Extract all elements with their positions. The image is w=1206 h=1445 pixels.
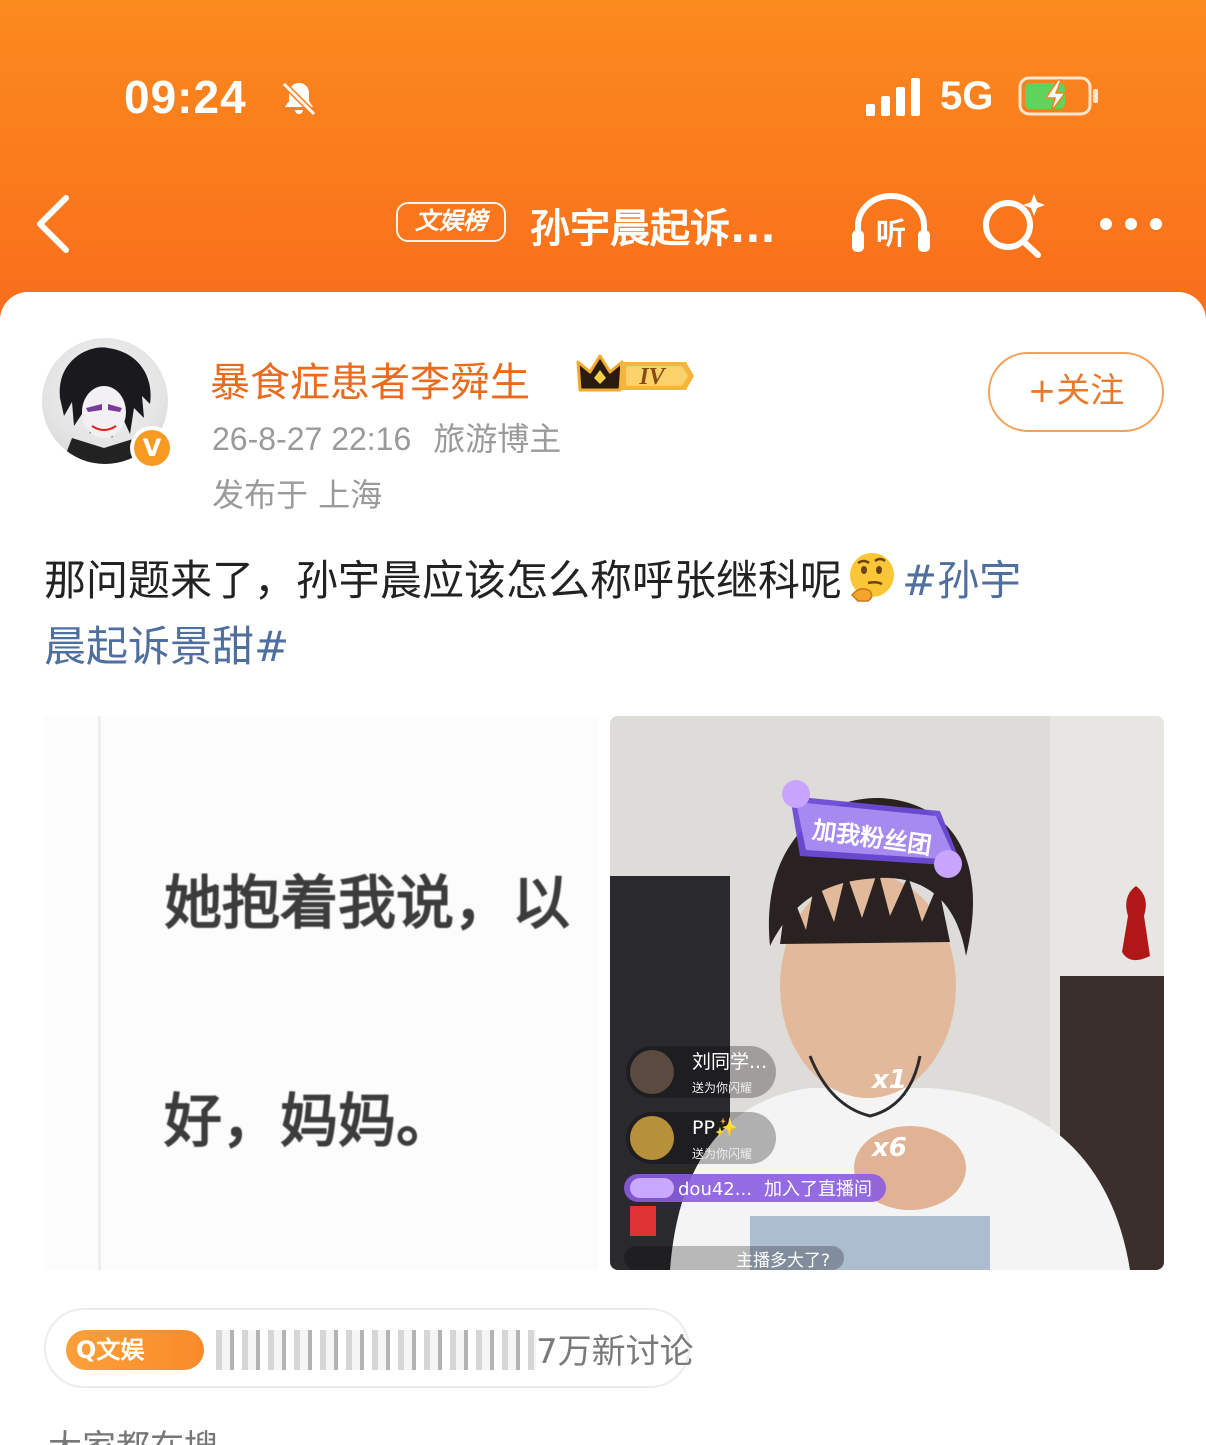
search-section-label: 大家都在搜 [48, 1420, 218, 1445]
nav-title: 孙宇晨起诉... [530, 206, 776, 252]
gift-count-1: x1 [870, 1065, 907, 1095]
post-image-text[interactable]: 她抱着我说，以 好，妈妈。 [44, 716, 598, 1270]
post-meta: 26-8-27 22:16 旅游博主 [212, 414, 561, 460]
topic-tag: Q文娱 [66, 1330, 204, 1370]
post-location: 发布于 上海 [212, 476, 383, 514]
topic-blurred-title [216, 1330, 536, 1370]
topic-discussion-count: 7万新讨论 [536, 1332, 694, 1372]
chat-user-2: PP✨ [692, 1117, 739, 1139]
post-timestamp: 26-8-27 22:16 [212, 421, 412, 457]
hot-list-tag[interactable]: 文娱榜 [396, 202, 506, 242]
username[interactable]: 暴食症患者李舜生 [210, 350, 530, 408]
chat-msg-3: 加入了直播间 [764, 1179, 872, 1200]
listen-label: 听 [876, 217, 906, 252]
more-dots-icon[interactable] [1096, 210, 1166, 238]
battery-charging-icon [1018, 76, 1098, 116]
post-text-main: 那问题来了，孙宇晨应该怎么称呼张继科呢 [44, 556, 843, 605]
post-role: 旅游博主 [433, 420, 562, 458]
image-divider [98, 716, 101, 1270]
chat-user-1: 刘同学... [692, 1051, 767, 1073]
post-image-livestream[interactable]: 加我粉丝团 刘同学... 送为你闪耀 x1 PP✨ 送为你闪耀 x6 dou42… [610, 716, 1164, 1270]
back-chevron-icon[interactable] [30, 192, 78, 256]
header-background [0, 0, 1206, 330]
image-text-line1: 她抱着我说，以 [164, 869, 571, 937]
chat-msg-4: 主播多大了? [736, 1251, 830, 1270]
topic-bar[interactable]: Q文娱 7万新讨论 [44, 1308, 694, 1388]
thinking-face-icon [850, 553, 895, 602]
chat-user-3: dou42... [678, 1179, 752, 1200]
verified-badge-icon: V [130, 426, 174, 470]
image-text-line2: 好，妈妈。 [164, 1087, 455, 1155]
livestream-photo: 加我粉丝团 刘同学... 送为你闪耀 x1 PP✨ 送为你闪耀 x6 dou42… [610, 716, 1164, 1270]
signal-icon [866, 78, 920, 116]
level-label: IV [638, 364, 666, 390]
crown-level-badge-icon[interactable]: IV [576, 350, 696, 396]
search-icon[interactable] [978, 192, 1046, 258]
gift-count-2: x6 [870, 1133, 907, 1163]
hashtag-tail: 晨起诉景甜# [44, 622, 290, 671]
chat-msg-1: 送为你闪耀 [692, 1080, 752, 1095]
follow-button[interactable]: +关注 [988, 352, 1164, 432]
listen-headphone-icon[interactable]: 听 [848, 192, 934, 256]
bell-muted-icon [281, 81, 317, 117]
chat-msg-2: 送为你闪耀 [692, 1146, 752, 1161]
status-time: 09:24 [124, 71, 247, 123]
post-text: 那问题来了，孙宇晨应该怎么称呼张继科呢 #孙宇晨起诉景甜# [44, 548, 1164, 680]
network-type: 5G [940, 74, 994, 118]
hashtag-head: #孙宇 [902, 556, 1022, 605]
